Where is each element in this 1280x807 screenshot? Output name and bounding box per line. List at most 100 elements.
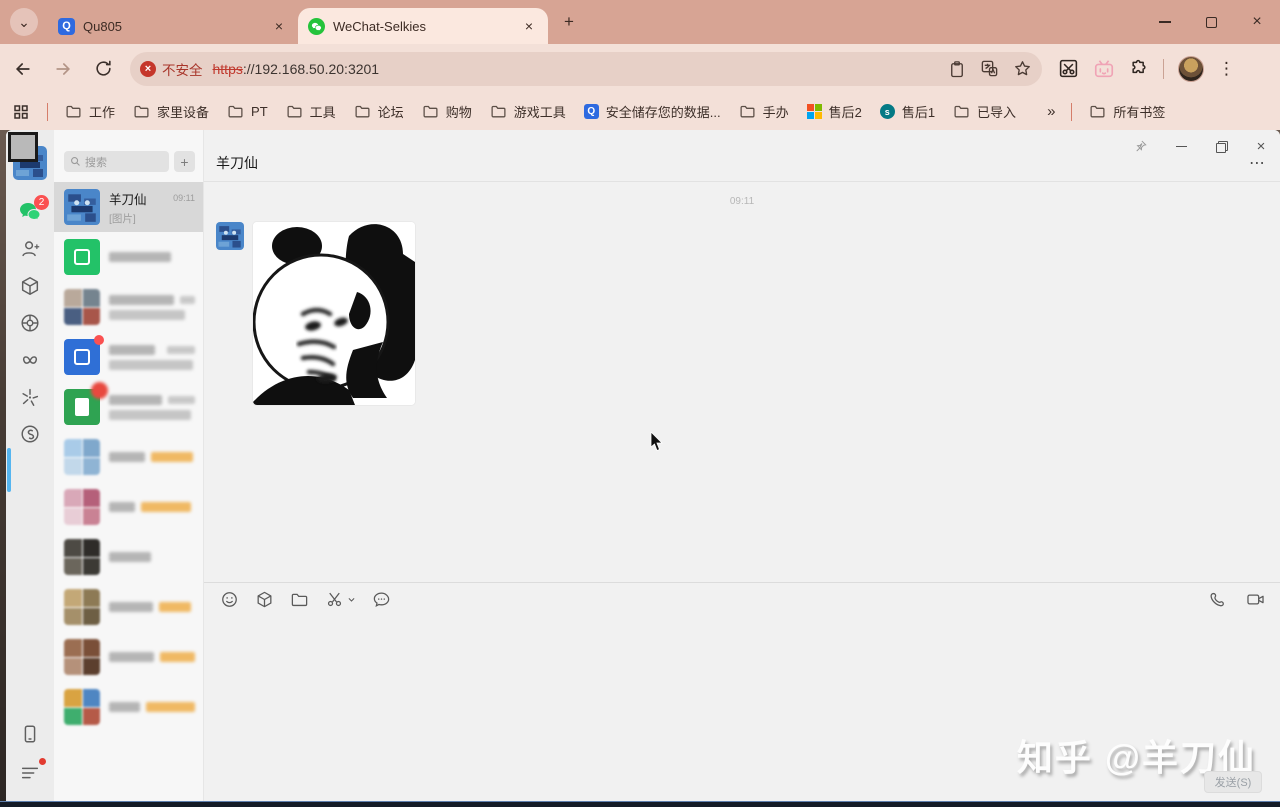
chat-list-item[interactable] [54, 382, 203, 432]
rail-scroll-indicator[interactable] [7, 448, 11, 492]
tab-qu805[interactable]: Q Qu805 × [48, 8, 298, 44]
profile-avatar[interactable] [1178, 55, 1204, 82]
wechat-close-icon[interactable]: × [1252, 138, 1270, 155]
bookmark-item[interactable]: 手办 [730, 102, 798, 121]
message-editor[interactable]: 知乎 @羊刀仙 发送(S) [204, 616, 1280, 801]
chats-icon[interactable]: 2 [18, 195, 49, 224]
translate-icon[interactable] [980, 59, 999, 78]
chat-list-item[interactable]: 羊刀仙 09:11 [图片] [54, 182, 203, 232]
security-chip[interactable]: × 不安全 [140, 59, 203, 79]
chat-time: 09:11 [173, 193, 195, 203]
phone-link-icon[interactable] [18, 422, 42, 446]
bookmark-item[interactable]: PT [218, 103, 277, 120]
bookmark-item[interactable]: Q 安全储存您的数据... [575, 102, 730, 121]
bookmark-item[interactable]: 家里设备 [124, 102, 218, 121]
browser-maximize-button[interactable] [1188, 0, 1234, 44]
pin-icon[interactable] [1132, 138, 1150, 154]
voice-call-icon[interactable] [1208, 590, 1227, 609]
send-button[interactable]: 发送(S) [1204, 771, 1262, 793]
wechat-restore-icon[interactable] [1212, 138, 1230, 154]
conversation-more-icon[interactable]: ⋯ [1249, 153, 1266, 173]
capture-extension-icon[interactable] [1058, 58, 1079, 79]
bookmark-item[interactable]: 购物 [413, 102, 481, 121]
tab-close-icon[interactable]: × [520, 17, 538, 35]
bookmark-item[interactable]: s 售后1 [871, 102, 944, 121]
redacted-text [141, 502, 191, 512]
chat-list-item[interactable] [54, 232, 203, 282]
sharepoint-icon: s [879, 104, 895, 119]
chat-list-item[interactable] [54, 682, 203, 732]
emoji-icon[interactable] [220, 590, 239, 609]
chat-list-item[interactable] [54, 432, 203, 482]
toolbar-divider [1163, 58, 1164, 79]
redacted-time [167, 345, 195, 354]
search-icon [71, 157, 80, 166]
all-bookmarks-label: 所有书签 [1113, 105, 1166, 120]
bookmark-label: 售后2 [828, 105, 862, 120]
chat-list-item[interactable] [54, 332, 203, 382]
contacts-icon[interactable] [18, 237, 42, 261]
all-bookmarks-item[interactable]: 所有书签 [1080, 102, 1174, 121]
chat-list-item[interactable] [54, 282, 203, 332]
chat-history-icon[interactable] [372, 590, 391, 609]
sender-avatar[interactable] [216, 222, 244, 250]
browser-minimize-button[interactable] [1142, 0, 1188, 44]
redacted-text [109, 409, 191, 420]
bookmarks-overflow-icon[interactable]: » [1039, 103, 1063, 120]
channels-icon[interactable] [18, 348, 42, 372]
bookmark-label: 已导入 [977, 105, 1017, 120]
redacted-text [109, 359, 193, 370]
chat-list-item[interactable] [54, 632, 203, 682]
bilibili-extension-icon[interactable] [1093, 58, 1115, 80]
browser-menu-icon[interactable]: ⋮ [1218, 59, 1235, 79]
tab-search-button[interactable]: ⌄ [10, 8, 38, 36]
chevron-down-icon: ⌄ [18, 13, 30, 30]
bookmark-item[interactable]: 论坛 [345, 102, 413, 121]
back-button[interactable] [6, 52, 40, 86]
bookmark-label: 论坛 [377, 105, 404, 120]
chat-list-item[interactable] [54, 582, 203, 632]
apps-grid-icon[interactable] [0, 103, 39, 121]
screenshot-icon[interactable] [325, 590, 356, 609]
chat-list-item[interactable] [54, 482, 203, 532]
tab-wechat-selkies[interactable]: WeChat-Selkies × [298, 8, 548, 44]
extensions-puzzle-icon[interactable] [1129, 59, 1149, 79]
reload-button[interactable] [86, 52, 120, 86]
folder-icon [422, 103, 439, 120]
redacted-time [180, 295, 195, 304]
bookmark-item[interactable]: 游戏工具 [481, 102, 575, 121]
new-chat-button[interactable]: + [174, 151, 195, 172]
bookmark-item[interactable]: 已导入 [944, 102, 1025, 121]
clipboard-icon[interactable] [948, 60, 966, 78]
video-call-icon[interactable] [1245, 590, 1266, 609]
redacted-text [109, 309, 185, 320]
new-tab-button[interactable]: + [556, 9, 582, 35]
menu-icon[interactable] [18, 758, 46, 785]
bookmarks-divider [1071, 102, 1073, 121]
browser-tabstrip: ⌄ Q Qu805 × WeChat-Selkies × + × [0, 0, 1280, 44]
tab-close-icon[interactable]: × [270, 17, 288, 35]
chat-avatar [64, 689, 100, 725]
file-icon[interactable] [290, 590, 309, 609]
moments-icon[interactable] [18, 311, 42, 335]
forward-button[interactable] [46, 52, 80, 86]
image-message[interactable] [253, 222, 415, 405]
wechat-minimize-icon[interactable] [1172, 138, 1190, 154]
chat-list-item[interactable] [54, 532, 203, 582]
address-bar[interactable]: × 不安全 https://192.168.50.20:3201 [130, 51, 1042, 86]
bookmark-item[interactable]: 售后2 [798, 102, 871, 121]
browser-close-button[interactable]: × [1234, 0, 1280, 44]
mobile-icon[interactable] [18, 722, 42, 746]
remote-cursor-square [8, 132, 38, 162]
url-text[interactable]: https://192.168.50.20:3201 [213, 61, 949, 77]
tab-label: WeChat-Selkies [333, 18, 426, 34]
favorites-box-icon[interactable] [18, 274, 42, 298]
wechat-window-controls: × [1132, 138, 1270, 155]
bookmark-star-icon[interactable] [1013, 59, 1032, 78]
bookmark-item[interactable]: 工作 [56, 102, 124, 121]
favorites-insert-icon[interactable] [255, 590, 274, 609]
mini-program-icon[interactable] [18, 385, 42, 409]
redacted-text [109, 602, 153, 612]
search-input[interactable]: 搜索 [64, 151, 169, 172]
bookmark-item[interactable]: 工具 [277, 102, 345, 121]
